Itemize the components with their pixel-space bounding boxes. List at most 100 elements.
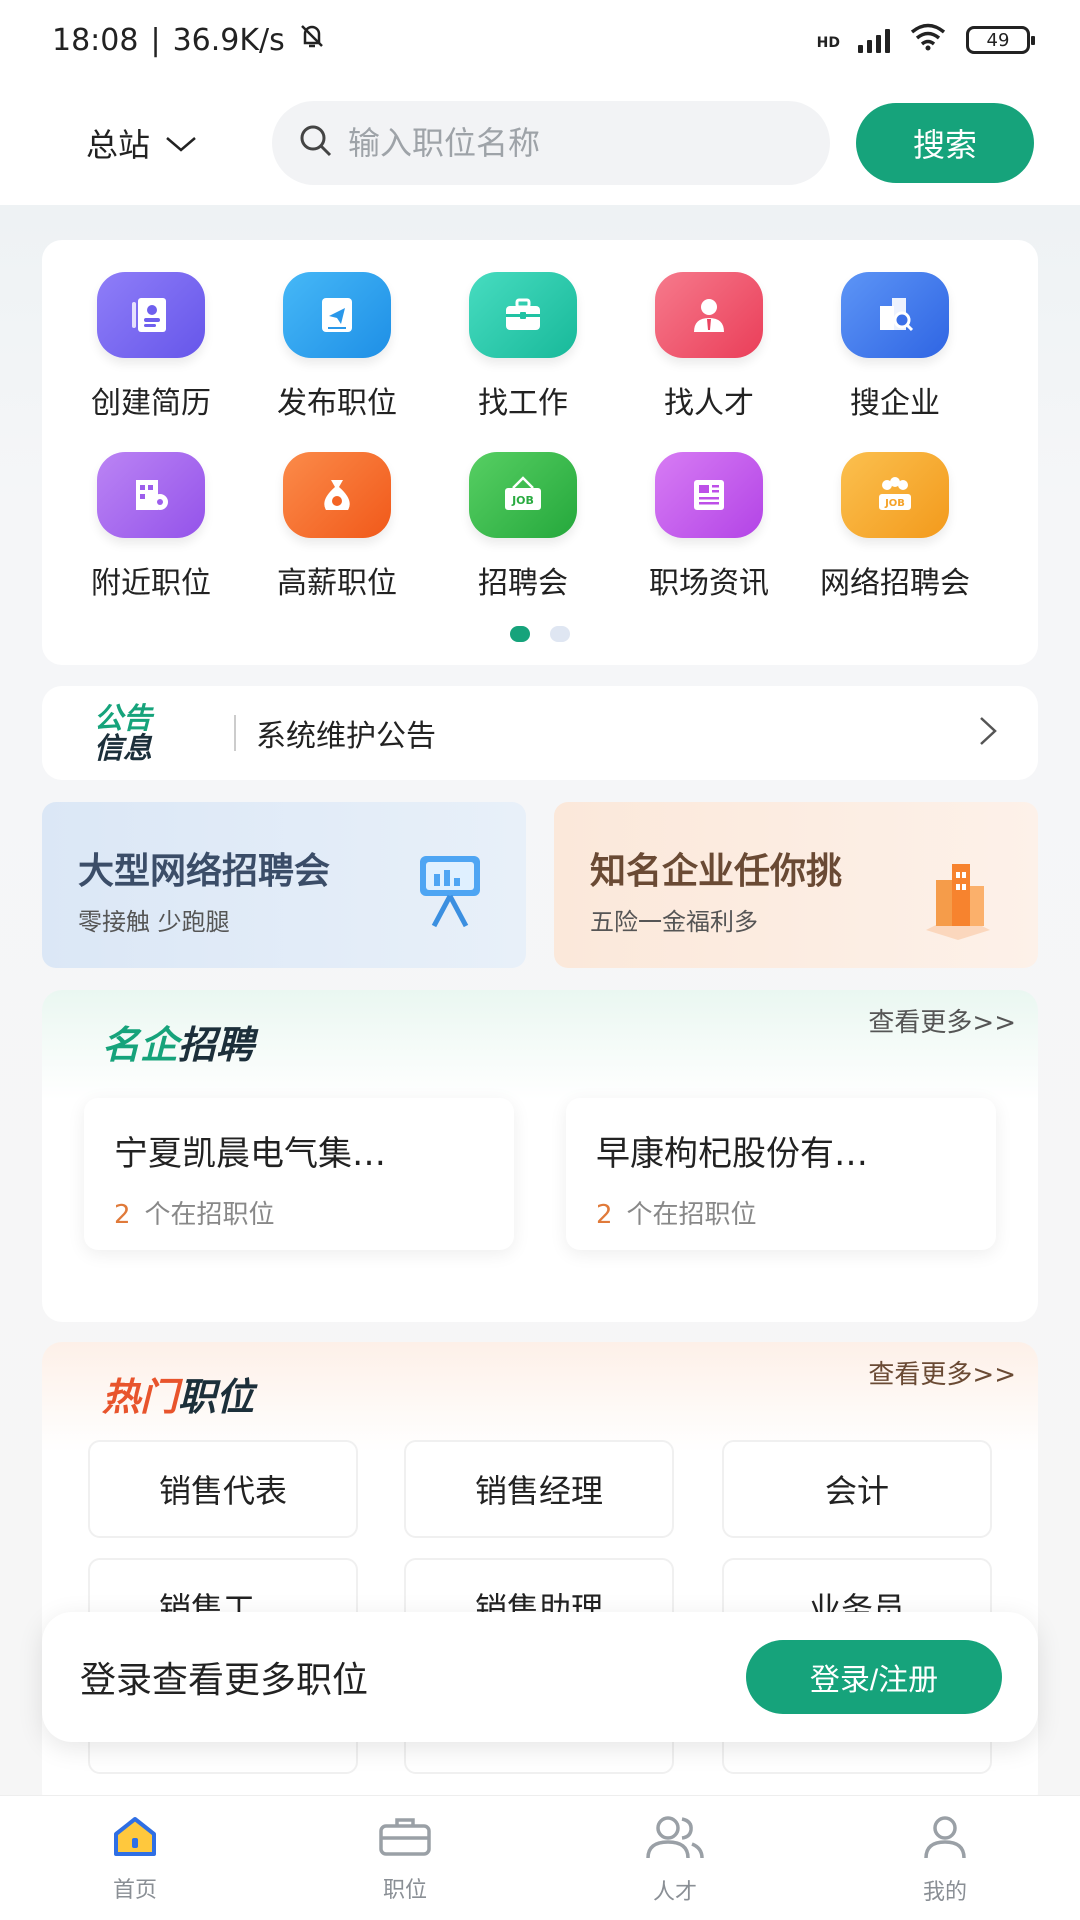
people-icon bbox=[642, 1814, 708, 1864]
site-selector[interactable]: 总站 bbox=[86, 120, 272, 166]
job-count: 2 个在招职位 bbox=[596, 1194, 757, 1231]
famous-companies-section: 名企招聘 查看更多>> 宁夏凯晨电气集… 2 个在招职位 早康枸杞股份有… 2 个在… bbox=[42, 990, 1038, 1322]
briefcase-icon bbox=[469, 272, 577, 358]
company-search-icon bbox=[841, 272, 949, 358]
menu-label: 职场资讯 bbox=[649, 566, 769, 601]
menu-create-resume[interactable]: 创建简历 bbox=[58, 272, 244, 422]
menu-search-company[interactable]: 搜企业 bbox=[802, 272, 988, 422]
page-dot-active[interactable] bbox=[510, 626, 530, 642]
view-more-link[interactable]: 查看更多>> bbox=[868, 1002, 1016, 1039]
menu-label: 网络招聘会 bbox=[820, 566, 970, 601]
banner-online-fair[interactable]: 大型网络招聘会 零接触 少跑腿 bbox=[42, 802, 526, 968]
site-label: 总站 bbox=[86, 125, 151, 164]
online-fair-icon: JOB bbox=[841, 452, 949, 538]
notice-bar[interactable]: 公告 信息 系统维护公告 bbox=[42, 686, 1038, 780]
job-tag[interactable]: 销售经理 bbox=[404, 1440, 674, 1538]
menu-find-job[interactable]: 找工作 bbox=[430, 272, 616, 422]
menu-label: 高薪职位 bbox=[277, 566, 397, 601]
search-input[interactable] bbox=[348, 123, 768, 162]
job-count-number: 2 bbox=[114, 1200, 131, 1230]
job-count-number: 2 bbox=[596, 1200, 613, 1230]
job-tag[interactable]: 销售代表 bbox=[88, 1440, 358, 1538]
battery-level: 49 bbox=[986, 29, 1010, 51]
tab-talent[interactable]: 人才 bbox=[540, 1796, 810, 1920]
title-part2: 招聘 bbox=[178, 1023, 255, 1067]
menu-label: 找人才 bbox=[664, 386, 754, 421]
company-card[interactable]: 宁夏凯晨电气集… 2 个在招职位 bbox=[84, 1098, 514, 1250]
status-time: 18:08 bbox=[52, 22, 139, 58]
tab-label: 首页 bbox=[112, 1878, 157, 1903]
svg-text:JOB: JOB bbox=[884, 498, 905, 509]
status-left: 18:08 | 36.9K/s bbox=[52, 21, 327, 59]
tab-jobs[interactable]: 职位 bbox=[270, 1796, 540, 1920]
menu-label: 发布职位 bbox=[277, 386, 397, 421]
tab-home[interactable]: 首页 bbox=[0, 1796, 270, 1920]
menu-label: 附近职位 bbox=[91, 566, 211, 601]
notice-logo-line2: 信息 bbox=[94, 731, 153, 765]
tab-label: 我的 bbox=[922, 1880, 967, 1905]
search-box[interactable] bbox=[272, 100, 830, 185]
menu-career-news[interactable]: 职场资讯 bbox=[616, 452, 802, 602]
news-icon bbox=[655, 452, 763, 538]
tab-label: 职位 bbox=[382, 1878, 427, 1903]
search-button[interactable]: 搜索 bbox=[856, 102, 1034, 183]
quick-menu-grid: 创建简历 发布职位 找工作 找人才 搜企业 附近职位 高薪职位 JOB 招聘会 … bbox=[42, 272, 1038, 602]
divider bbox=[234, 715, 236, 751]
search-icon bbox=[298, 123, 334, 163]
battery-icon: 49 bbox=[966, 26, 1035, 54]
resume-icon bbox=[97, 272, 205, 358]
tab-mine[interactable]: 我的 bbox=[810, 1796, 1080, 1920]
presentation-board-icon bbox=[414, 850, 486, 934]
nearby-icon bbox=[97, 452, 205, 538]
section-title: 名企招聘 bbox=[102, 1014, 254, 1069]
banner-famous-companies[interactable]: 知名企业任你挑 五险一金福利多 bbox=[554, 802, 1038, 968]
menu-job-fair[interactable]: JOB 招聘会 bbox=[430, 452, 616, 602]
header: 总站 搜索 bbox=[0, 80, 1080, 205]
login-prompt-text: 登录查看更多职位 bbox=[80, 1660, 369, 1701]
chevron-right-icon bbox=[978, 715, 998, 751]
tab-label: 人才 bbox=[652, 1880, 697, 1905]
notice-text: 系统维护公告 bbox=[256, 719, 436, 754]
company-card[interactable]: 早康枸杞股份有… 2 个在招职位 bbox=[566, 1098, 996, 1250]
page-dot[interactable] bbox=[550, 626, 570, 642]
home-icon bbox=[110, 1814, 160, 1862]
wifi-icon bbox=[908, 21, 948, 59]
signal-icon bbox=[858, 27, 890, 53]
menu-nearby-jobs[interactable]: 附近职位 bbox=[58, 452, 244, 602]
notice-logo-line1: 公告 bbox=[94, 701, 153, 735]
view-more-link[interactable]: 查看更多>> bbox=[868, 1354, 1016, 1391]
job-count: 2 个在招职位 bbox=[114, 1194, 275, 1231]
briefcase-icon bbox=[375, 1814, 435, 1862]
job-fair-icon: JOB bbox=[469, 452, 577, 538]
menu-find-talent[interactable]: 找人才 bbox=[616, 272, 802, 422]
title-part2: 职位 bbox=[178, 1375, 255, 1419]
user-icon bbox=[920, 1814, 970, 1864]
quick-menu-card: 创建简历 发布职位 找工作 找人才 搜企业 附近职位 高薪职位 JOB 招聘会 … bbox=[42, 240, 1038, 665]
menu-publish-job[interactable]: 发布职位 bbox=[244, 272, 430, 422]
banner-subtitle: 五险一金福利多 bbox=[590, 908, 758, 936]
svg-text:JOB: JOB bbox=[511, 494, 534, 507]
login-register-button[interactable]: 登录/注册 bbox=[746, 1640, 1002, 1714]
status-right: HD 49 bbox=[816, 21, 1035, 59]
menu-online-fair[interactable]: JOB 网络招聘会 bbox=[802, 452, 988, 602]
job-count-label: 个在招职位 bbox=[144, 1200, 275, 1230]
money-bag-icon bbox=[283, 452, 391, 538]
person-icon bbox=[655, 272, 763, 358]
mute-icon bbox=[297, 21, 327, 59]
notice-logo: 公告 信息 bbox=[94, 703, 212, 763]
publish-icon bbox=[283, 272, 391, 358]
network-speed: 36.9K/s bbox=[172, 22, 285, 58]
section-title: 热门职位 bbox=[102, 1366, 254, 1421]
menu-high-salary[interactable]: 高薪职位 bbox=[244, 452, 430, 602]
hd-label: HD bbox=[816, 35, 840, 51]
chevron-down-icon bbox=[164, 124, 198, 162]
job-tag[interactable]: 会计 bbox=[722, 1440, 992, 1538]
page-indicator bbox=[42, 626, 1038, 642]
banner-title: 大型网络招聘会 bbox=[78, 851, 331, 892]
banner-subtitle: 零接触 少跑腿 bbox=[78, 908, 230, 936]
bottom-tab-bar: 首页 职位 人才 我的 bbox=[0, 1795, 1080, 1920]
company-name: 早康枸杞股份有… bbox=[596, 1134, 868, 1174]
menu-label: 创建简历 bbox=[91, 386, 211, 421]
title-part1: 名企 bbox=[102, 1023, 179, 1067]
company-name: 宁夏凯晨电气集… bbox=[114, 1134, 386, 1174]
